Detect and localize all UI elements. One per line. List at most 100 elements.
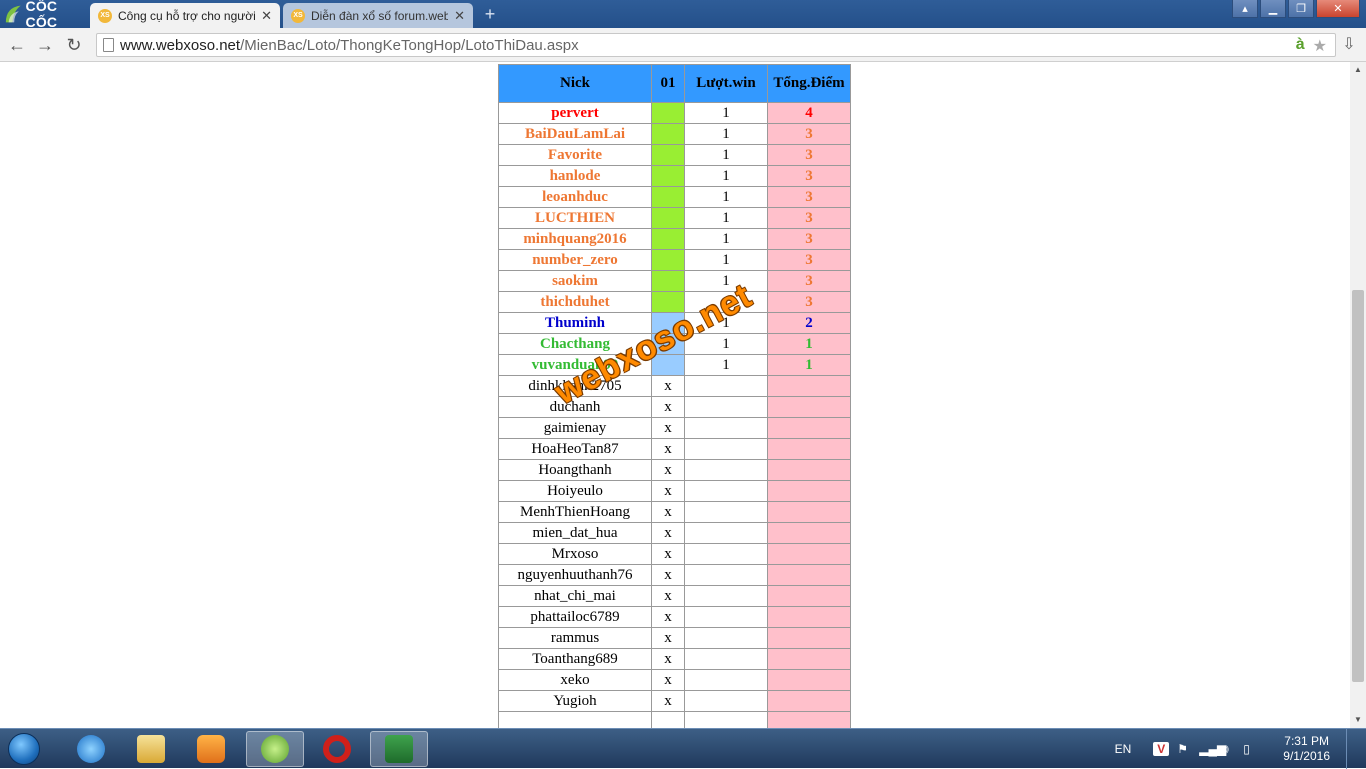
win-cell [684, 501, 768, 523]
v-tray-icon[interactable]: V [1153, 742, 1170, 756]
typing-icon[interactable]: à [1296, 36, 1305, 56]
table-row: vuvanduan90 1 1 [498, 354, 851, 376]
nick-cell: LUCTHIEN [498, 207, 652, 229]
tab-close-icon[interactable]: ✕ [454, 8, 465, 24]
address-bar[interactable]: www.webxoso.net/MienBac/Loto/ThongKeTong… [96, 33, 1336, 57]
nick-cell: pervert [498, 102, 652, 124]
nick-cell: MenhThienHoang [498, 501, 652, 523]
table-row: Hoangthanh x [498, 459, 851, 481]
win-cell [684, 627, 768, 649]
flag-icon[interactable]: ⚑ [1177, 742, 1191, 756]
xs-favicon-icon: XS [98, 8, 112, 23]
table-row-empty [498, 711, 851, 728]
tab-tool[interactable]: XS Công cụ hỗ trợ cho người ✕ [90, 3, 280, 28]
download-icon[interactable]: ⇩ [1338, 34, 1360, 56]
table-row: Toanthang689 x [498, 648, 851, 670]
col01-cell: x [651, 480, 685, 502]
win-cell [684, 669, 768, 691]
excel-logo-icon [385, 735, 413, 763]
nick-cell: HoaHeoTan87 [498, 438, 652, 460]
tab-close-icon[interactable]: ✕ [261, 8, 272, 24]
points-cell [767, 648, 851, 670]
table-row: number_zero 1 3 [498, 249, 851, 271]
points-cell: 3 [767, 228, 851, 250]
points-cell: 1 [767, 354, 851, 376]
clock[interactable]: 7:31 PM 9/1/2016 [1283, 734, 1330, 764]
win-cell [684, 438, 768, 460]
network-icon[interactable]: ▂▄▆ [1199, 742, 1226, 756]
empty-cell [684, 711, 768, 728]
win-cell [684, 543, 768, 565]
table-row: hanlode 1 3 [498, 165, 851, 187]
points-cell: 2 [767, 312, 851, 334]
nick-cell: hanlode [498, 165, 652, 187]
media-player-icon[interactable] [182, 731, 240, 767]
explorer-icon[interactable] [122, 731, 180, 767]
win-cell: 1 [684, 207, 768, 229]
opera-logo-icon [323, 735, 351, 763]
nick-cell: xeko [498, 669, 652, 691]
header-nick[interactable]: Nick [498, 64, 652, 103]
header-01[interactable]: 01 [651, 64, 685, 103]
table-row: saokim 1 3 [498, 270, 851, 292]
star-icon[interactable]: ★ [1313, 36, 1327, 56]
maximize-icon[interactable]: ❐ [1288, 0, 1314, 18]
nick-cell: mien_dat_hua [498, 522, 652, 544]
minimize-icon[interactable]: ▁ [1260, 0, 1286, 18]
points-cell: 3 [767, 144, 851, 166]
points-cell [767, 543, 851, 565]
windows-logo-icon [8, 733, 40, 765]
table-row: Yugioh x [498, 690, 851, 712]
show-desktop-button[interactable] [1346, 729, 1356, 769]
win-cell [684, 522, 768, 544]
new-tab-icon[interactable]: + [480, 5, 500, 23]
empty-cell [498, 711, 652, 728]
language-indicator[interactable]: EN [1115, 742, 1132, 756]
url-text[interactable]: www.webxoso.net/MienBac/Loto/ThongKeTong… [120, 37, 579, 54]
win-cell [684, 375, 768, 397]
col01-cell: x [651, 585, 685, 607]
points-cell: 3 [767, 165, 851, 187]
col01-cell: x [651, 417, 685, 439]
volume-icon[interactable]: 🔊︎ [1221, 742, 1235, 756]
table-row: duchanh x [498, 396, 851, 418]
header-win[interactable]: Lượt.win [684, 64, 768, 103]
ie-icon[interactable] [62, 731, 120, 767]
reload-icon[interactable]: ↻ [63, 34, 85, 56]
points-cell: 3 [767, 207, 851, 229]
nick-cell: saokim [498, 270, 652, 292]
forward-icon[interactable]: → [34, 34, 56, 56]
win-cell [684, 564, 768, 586]
play-icon [197, 735, 225, 763]
close-icon[interactable]: ✕ [1316, 0, 1360, 18]
points-cell: 3 [767, 123, 851, 145]
points-cell: 3 [767, 249, 851, 271]
opera-icon[interactable] [308, 731, 366, 767]
excel-icon[interactable] [370, 731, 428, 767]
scroll-up-icon[interactable]: ▲ [1350, 62, 1366, 78]
battery-icon[interactable]: ▯ [1243, 742, 1257, 756]
col01-cell: x [651, 501, 685, 523]
start-button[interactable] [4, 731, 44, 767]
tab-forum[interactable]: XS Diễn đàn xổ số forum.web ✕ [283, 3, 473, 28]
vertical-scrollbar[interactable]: ▲ ▼ [1350, 62, 1366, 728]
table-row: minhquang2016 1 3 [498, 228, 851, 250]
coccoc-icon[interactable] [246, 731, 304, 767]
col01-cell [651, 270, 685, 292]
win-cell: 1 [684, 354, 768, 376]
table-row: mien_dat_hua x [498, 522, 851, 544]
browser-logo[interactable]: CỐC CỐC [0, 0, 88, 30]
back-icon[interactable]: ← [6, 34, 28, 56]
nick-cell: Yugioh [498, 690, 652, 712]
user-icon[interactable]: ▴ [1232, 0, 1258, 18]
scroll-thumb[interactable] [1352, 290, 1364, 682]
page-content: Nick 01 Lượt.win Tổng.Điểm pervert 1 4 BaiD… [0, 62, 1350, 728]
taskbar: EN V ⚑ ▂▄▆ 🔊︎ ▯ 7:31 PM 9/1/2016 [0, 728, 1366, 769]
scroll-down-icon[interactable]: ▼ [1350, 712, 1366, 728]
header-points[interactable]: Tổng.Điểm [767, 64, 851, 103]
col01-cell: x [651, 543, 685, 565]
col01-cell [651, 123, 685, 145]
col01-cell: x [651, 606, 685, 628]
points-cell [767, 417, 851, 439]
table-header-row: Nick 01 Lượt.win Tổng.Điểm [498, 64, 851, 103]
